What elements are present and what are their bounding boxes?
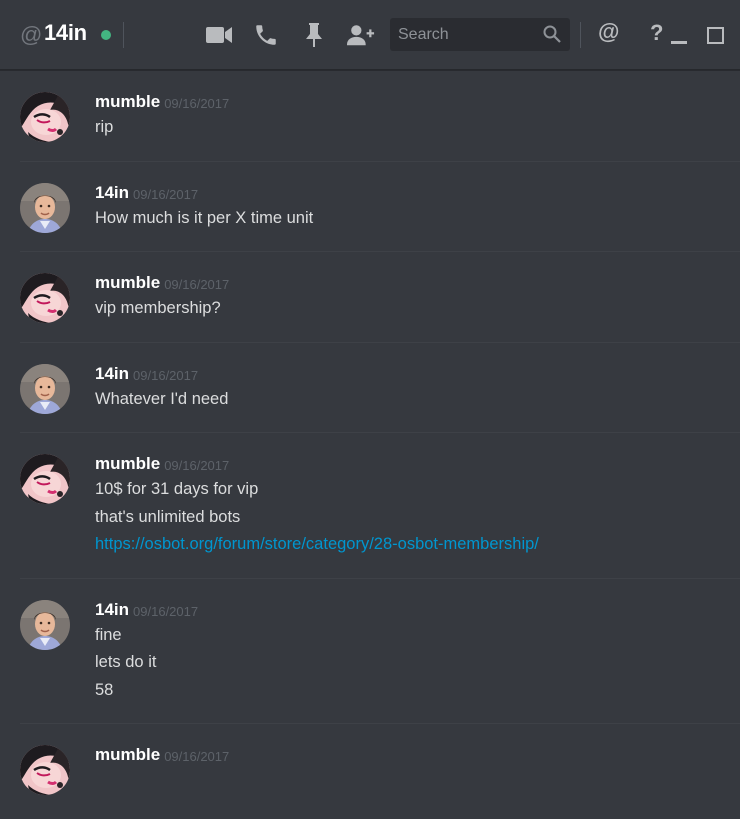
mumble-avatar[interactable]: [20, 745, 70, 795]
message-author[interactable]: 14in: [95, 364, 129, 383]
mumble-avatar[interactable]: [20, 454, 70, 504]
message-body: 14in 09/16/2017 fine lets do it 58: [95, 598, 740, 705]
message-author[interactable]: mumble: [95, 454, 160, 473]
message: 14in 09/16/2017 fine lets do it 58: [0, 579, 740, 724]
message-body: mumble 09/16/2017 10$ for 31 days for vip t…: [95, 452, 740, 559]
header-divider: [123, 22, 124, 48]
14in-avatar[interactable]: [20, 182, 70, 233]
message: mumble 09/16/2017: [0, 724, 740, 795]
message-author[interactable]: mumble: [95, 273, 160, 292]
message-text: 58: [95, 680, 114, 699]
header-divider: [580, 22, 581, 48]
minimize-button[interactable]: [671, 41, 687, 44]
message: mumble 09/16/2017 10$ for 31 days for vip t…: [0, 433, 740, 579]
message-body: mumble 09/16/2017: [95, 743, 740, 767]
maximize-button[interactable]: [707, 27, 724, 44]
message-text: rip: [95, 118, 114, 136]
message-text: fine: [95, 625, 122, 644]
message-header: mumble 09/16/2017: [95, 271, 740, 295]
14in-avatar[interactable]: [20, 363, 70, 414]
message-text: that's unlimited bots: [95, 507, 241, 526]
message-list: mumble 09/16/2017 rip 14in 09/16/2017 How muc…: [0, 71, 740, 819]
message-text: How much is it per X time unit: [95, 208, 314, 227]
message-body: mumble 09/16/2017 rip: [95, 90, 740, 142]
video-call-icon[interactable]: [205, 20, 233, 50]
message: 14in 09/16/2017 Whatever I'd need: [0, 343, 740, 433]
message-timestamp: 09/16/2017: [133, 603, 199, 619]
message-author[interactable]: mumble: [95, 745, 160, 764]
message-text: lets do it: [95, 653, 157, 671]
pin-icon[interactable]: [300, 20, 328, 50]
message-timestamp: 09/16/2017: [164, 277, 230, 292]
message: mumble 09/16/2017 vip membership?: [0, 252, 740, 343]
dm-window: @ 14in @ ? mumble09/16/2017rip14in09/16/…: [0, 0, 740, 819]
at-symbol: @: [20, 22, 43, 47]
message-timestamp: 09/16/2017: [164, 749, 230, 764]
message-author[interactable]: 14in: [95, 183, 129, 202]
channel-header: @ 14in @ ?: [0, 0, 740, 70]
mumble-avatar[interactable]: [20, 273, 70, 323]
message-header: mumble 09/16/2017: [95, 743, 740, 767]
message-timestamp: 09/16/2017: [164, 96, 230, 111]
14in-avatar[interactable]: [20, 599, 70, 650]
voice-call-icon[interactable]: [252, 20, 280, 50]
message-header: mumble 09/16/2017: [95, 90, 740, 114]
message-text: Whatever I'd need: [95, 389, 229, 408]
message-link[interactable]: https://osbot.org/forum/store/category/2…: [95, 531, 740, 559]
message-text: 10$ for 31 days for vip: [95, 480, 259, 498]
message-header: 14in 09/16/2017: [95, 362, 740, 386]
message-header: 14in 09/16/2017: [95, 598, 740, 622]
message: mumble 09/16/2017 rip: [0, 71, 740, 162]
message-timestamp: 09/16/2017: [164, 458, 230, 473]
message-text: vip membership?: [95, 299, 221, 317]
message-body: 14in 09/16/2017 Whatever I'd need: [95, 362, 740, 414]
message-header: mumble 09/16/2017: [95, 452, 740, 476]
message-body: mumble 09/16/2017 vip membership?: [95, 271, 740, 323]
online-status-indicator: [101, 30, 111, 40]
search-icon[interactable]: [543, 25, 561, 48]
message-timestamp: 09/16/2017: [133, 186, 199, 202]
help-button[interactable]: ?: [650, 20, 663, 46]
mentions-button[interactable]: @: [598, 19, 619, 45]
search-input[interactable]: [390, 18, 540, 51]
mumble-avatar[interactable]: [20, 92, 70, 142]
message-author[interactable]: mumble: [95, 92, 160, 111]
message-author[interactable]: 14in: [95, 600, 129, 619]
channel-name[interactable]: 14in: [44, 20, 87, 46]
add-friend-icon[interactable]: [347, 20, 375, 50]
message-body: 14in 09/16/2017 How much is it per X time …: [95, 181, 740, 233]
message: 14in 09/16/2017 How much is it per X time …: [0, 162, 740, 252]
message-timestamp: 09/16/2017: [133, 367, 199, 383]
message-header: 14in 09/16/2017: [95, 181, 740, 205]
search-box[interactable]: [390, 18, 570, 51]
